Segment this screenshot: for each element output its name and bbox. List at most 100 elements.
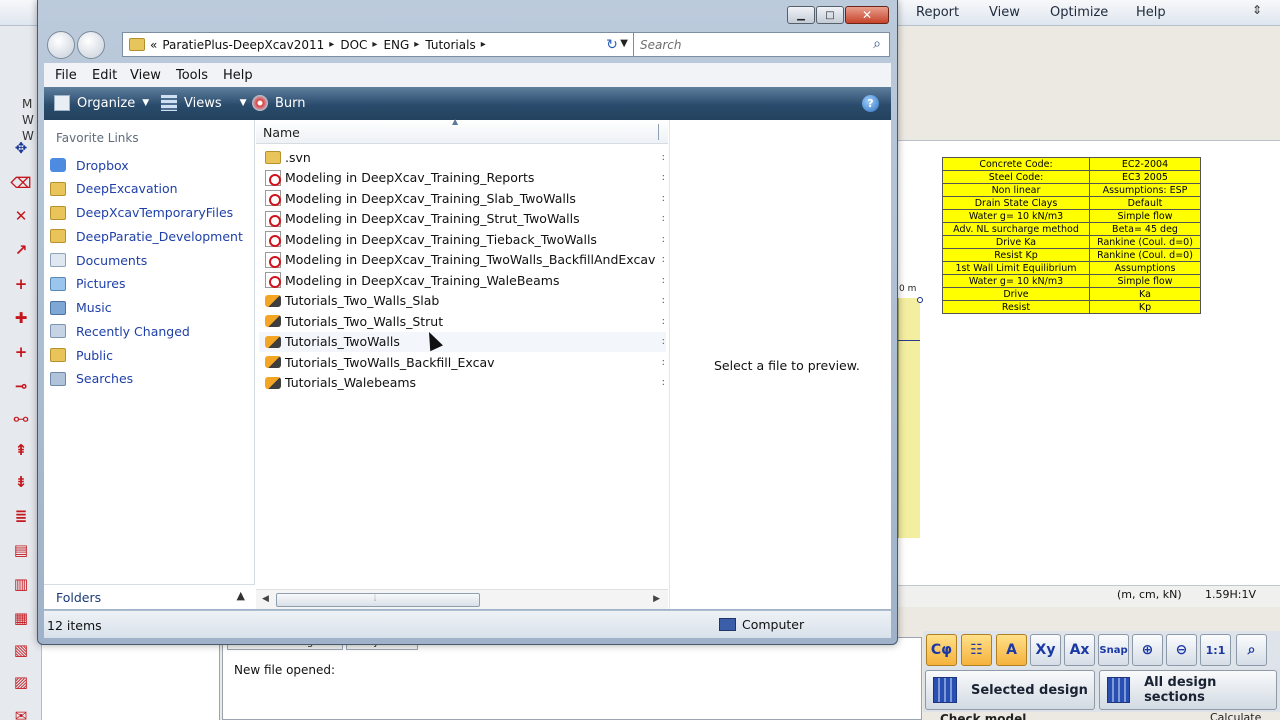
wall-node[interactable]	[917, 297, 923, 303]
xy-button[interactable]: Xy	[1030, 634, 1061, 666]
add-element-tool-icon[interactable]: +	[9, 340, 33, 364]
soil-tool-icon[interactable]: ▤	[9, 538, 33, 562]
file-row[interactable]: Modeling in DeepXcav_Training_Slab_TwoWa…	[259, 188, 666, 208]
burn-button[interactable]: Burn	[252, 95, 306, 111]
help-icon[interactable]: ?	[862, 95, 879, 112]
favorite-link[interactable]: DeepParatie_Development	[50, 226, 243, 246]
organize-button[interactable]: Organize ▼	[54, 95, 149, 111]
file-row[interactable]: Modeling in DeepXcav_Training_Reports:	[259, 168, 666, 188]
horizontal-scrollbar[interactable]: ◀ ⦙ ▶	[256, 589, 668, 609]
file-row[interactable]: Tutorials_Two_Walls_Slab:	[259, 291, 666, 311]
surcharge-tool-icon[interactable]: ⇟	[9, 470, 33, 494]
file-row[interactable]: Modeling in DeepXcav_Training_Tieback_Tw…	[259, 229, 666, 249]
breadcrumb-item[interactable]: ENG	[383, 38, 409, 52]
minimize-button[interactable]: ▁	[787, 6, 815, 24]
breadcrumb-chevron-icon[interactable]: ▸	[481, 39, 486, 50]
menu-tools[interactable]: Tools	[176, 68, 208, 83]
layer-tool-icon[interactable]: ≣	[9, 504, 33, 528]
breadcrumb-item[interactable]: Tutorials	[425, 38, 475, 52]
breadcrumb-item[interactable]: DOC	[340, 38, 367, 52]
all-design-sections-button[interactable]: All design sections	[1099, 670, 1277, 710]
menu-report[interactable]: Report	[916, 5, 959, 20]
file-row[interactable]: Modeling in DeepXcav_Training_WaleBeams:	[259, 270, 666, 290]
menu-optimize[interactable]: Optimize	[1050, 5, 1108, 20]
load-tool-icon[interactable]: ⇞	[9, 438, 33, 462]
zoom-actual-icon[interactable]: 1:1	[1200, 634, 1231, 666]
file-row[interactable]: Modeling in DeepXcav_Training_TwoWalls_B…	[259, 250, 666, 270]
favorite-link[interactable]: Music	[50, 298, 112, 318]
zoom-out-icon[interactable]: ⊖	[1166, 634, 1197, 666]
file-row[interactable]: Tutorials_Walebeams:	[259, 373, 666, 393]
calculate-label[interactable]: Calculate	[1210, 711, 1261, 720]
axis-button[interactable]: Ax	[1064, 634, 1095, 666]
check-model-label[interactable]: Check model	[940, 712, 1026, 720]
line-tool-icon[interactable]: ⊸	[9, 374, 33, 398]
address-bar[interactable]: « ParatiePlus-DeepXcav2011 ▸ DOC ▸ ENG ▸…	[122, 32, 634, 57]
breadcrumb-chevron-icon[interactable]: ▸	[414, 39, 419, 50]
text-button[interactable]: A	[996, 634, 1027, 666]
breadcrumb-chevron-icon[interactable]: ▸	[372, 39, 377, 50]
erase-tool-icon[interactable]: ⌫	[9, 171, 33, 195]
views-button[interactable]: Views ▼	[161, 95, 247, 111]
column-divider[interactable]	[658, 124, 659, 140]
favorite-link[interactable]: DeepXcavTemporaryFiles	[50, 203, 233, 223]
menu-view[interactable]: View	[130, 68, 161, 83]
breadcrumb-overflow[interactable]: «	[150, 38, 157, 52]
menu-help[interactable]: Help	[223, 68, 253, 83]
footing-tool-icon[interactable]: ▦	[9, 606, 33, 630]
search-box[interactable]: Search ⌕	[633, 32, 890, 57]
close-button[interactable]: ✕	[845, 6, 889, 24]
refresh-icon[interactable]: ↻	[600, 33, 624, 56]
forward-button[interactable]	[77, 31, 105, 59]
water-tool-icon[interactable]: ▥	[9, 572, 33, 596]
search-input[interactable]: Search	[640, 38, 682, 52]
menu-edit[interactable]: Edit	[92, 68, 117, 83]
calculator-icon	[933, 677, 957, 703]
pin-icon[interactable]: ⇕	[1252, 3, 1262, 17]
grid-button[interactable]: ☷	[961, 634, 992, 666]
file-row[interactable]: Tutorials_Two_Walls_Strut:	[259, 311, 666, 331]
favorite-link[interactable]: Pictures	[50, 274, 126, 294]
back-button[interactable]	[47, 31, 75, 59]
envelope-tool-icon[interactable]: ✉	[9, 704, 33, 720]
file-row[interactable]: Modeling in DeepXcav_Training_Strut_TwoW…	[259, 209, 666, 229]
navigation-pane: Favorite Links Dropbox DeepExcavation Deep…	[44, 120, 255, 609]
scroll-thumb[interactable]: ⦙	[276, 593, 480, 607]
column-header-name[interactable]: Name	[263, 125, 300, 140]
zoom-in-icon[interactable]: ⊕	[1132, 634, 1163, 666]
folders-toggle[interactable]: Folders ▲	[44, 584, 255, 609]
file-row[interactable]: Tutorials_TwoWalls:	[259, 331, 666, 352]
search-icon[interactable]: ⌕	[873, 36, 881, 52]
breadcrumb-chevron-icon[interactable]: ▸	[329, 39, 334, 50]
add-support-tool-icon[interactable]: ✚	[9, 306, 33, 330]
menu-file[interactable]: File	[55, 68, 77, 83]
spring-tool-icon[interactable]: ⧟	[9, 406, 33, 430]
scroll-left-icon[interactable]: ◀	[262, 594, 269, 604]
favorite-link[interactable]: Dropbox	[50, 155, 129, 175]
strut-tool-icon[interactable]: ✕	[9, 204, 33, 228]
anchor-tool-icon[interactable]: ↗	[9, 238, 33, 262]
favorite-link[interactable]: Searches	[50, 369, 133, 389]
chevron-up-icon[interactable]: ▲	[237, 589, 245, 602]
favorite-link[interactable]: Public	[50, 345, 113, 365]
favorite-link[interactable]: DeepExcavation	[50, 179, 178, 199]
file-row[interactable]: Tutorials_TwoWalls_Backfill_Excav:	[259, 352, 666, 372]
favorite-link[interactable]: Recently Changed	[50, 321, 190, 341]
snap-button[interactable]: Snap	[1098, 634, 1129, 666]
scroll-right-icon[interactable]: ▶	[653, 594, 660, 604]
wall-drawing[interactable]	[898, 298, 920, 538]
design-param-value: Rankine (Coul. d=0)	[1089, 235, 1201, 249]
menu-view[interactable]: View	[989, 5, 1020, 20]
breadcrumb-item[interactable]: ParatiePlus-DeepXcav2011	[162, 38, 324, 52]
zoom-fit-icon[interactable]: ⌕	[1236, 634, 1267, 666]
section-tool-icon[interactable]: ▨	[9, 670, 33, 694]
file-row[interactable]: .svn:	[259, 147, 666, 167]
pan-tool-icon[interactable]: ✥	[9, 136, 33, 160]
measure-tool-icon[interactable]: ▧	[9, 638, 33, 662]
selected-design-button[interactable]: Selected design	[925, 670, 1095, 710]
maximize-button[interactable]: □	[816, 6, 844, 24]
menu-help[interactable]: Help	[1136, 5, 1166, 20]
favorite-link[interactable]: Documents	[50, 250, 147, 270]
add-wall-tool-icon[interactable]: +	[9, 272, 33, 296]
c-phi-button[interactable]: Cφ	[926, 634, 957, 666]
